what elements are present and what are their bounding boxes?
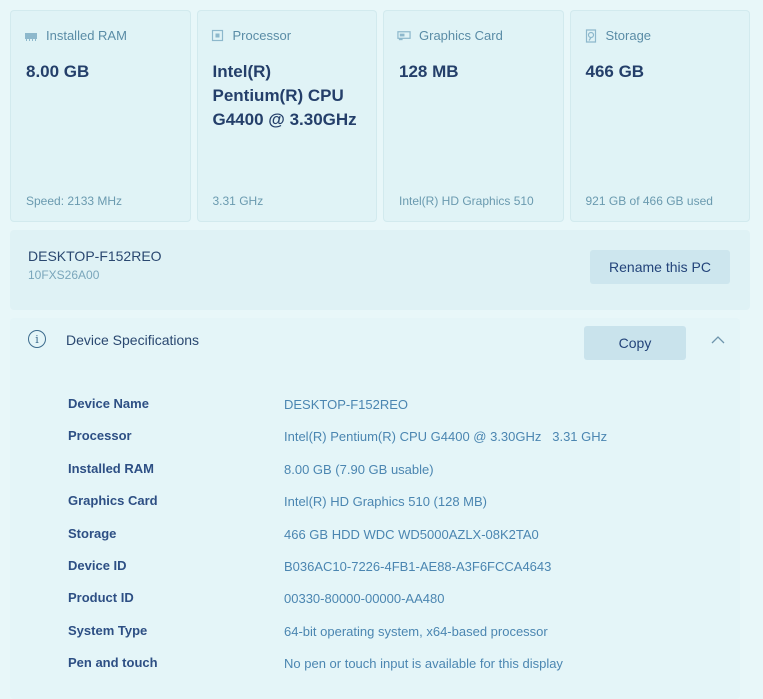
spec-label: Pen and touch <box>68 655 158 671</box>
spec-list: Device Name DESKTOP-F152REO Processor In… <box>10 396 740 688</box>
card-header: Processor <box>211 28 292 43</box>
pc-model: 10FXS26A00 <box>28 268 100 282</box>
spec-value: Intel(R) HD Graphics 510 (128 MB) <box>284 494 488 510</box>
processor-icon <box>211 29 225 42</box>
card-footer: 921 GB of 466 GB used <box>585 194 713 208</box>
storage-card: Storage 466 GB 921 GB of 466 GB used <box>569 10 750 222</box>
card-header: Storage <box>584 28 652 43</box>
storage-icon <box>584 28 598 43</box>
card-header: Installed RAM <box>24 28 127 43</box>
spec-row-processor: Processor Intel(R) Pentium(R) CPU G4400 … <box>10 428 740 460</box>
spec-value: 8.00 GB (7.90 GB usable) <box>284 461 434 477</box>
graphics-card-card: Graphics Card 128 MB Intel(R) HD Graphic… <box>383 10 564 222</box>
pc-name-section: DESKTOP-F152REO 10FXS26A00 Rename this P… <box>10 230 750 310</box>
ram-icon <box>24 30 38 42</box>
spec-value: Intel(R) Pentium(R) CPU G4400 @ 3.30GHz … <box>284 429 608 445</box>
spec-row-device-id: Device ID B036AC10-7226-4FB1-AE88-A3F6FC… <box>10 558 740 590</box>
copy-button[interactable]: Copy <box>584 326 686 360</box>
card-header: Graphics Card <box>397 28 503 43</box>
spec-label: System Type <box>68 622 148 638</box>
spec-row-storage: Storage 466 GB HDD WDC WD5000AZLX-08K2TA… <box>10 526 740 558</box>
spec-row-installed-ram: Installed RAM 8.00 GB (7.90 GB usable) <box>10 461 740 493</box>
spec-row-pen-and-touch: Pen and touch No pen or touch input is a… <box>10 655 740 687</box>
spec-row-product-id: Product ID 00330-80000-00000-AA480 <box>10 590 740 622</box>
summary-cards: Installed RAM 8.00 GB Speed: 2133 MHz Pr… <box>10 10 750 222</box>
device-specifications-panel: i Device Specifications Copy Device Name… <box>10 318 740 699</box>
card-footer: Intel(R) HD Graphics 510 <box>399 194 534 208</box>
spec-row-system-type: System Type 64-bit operating system, x64… <box>10 623 740 655</box>
graphics-card-icon <box>397 30 411 42</box>
spec-label: Processor <box>68 428 132 444</box>
pc-name: DESKTOP-F152REO <box>28 248 162 264</box>
card-value: 466 GB <box>585 62 645 81</box>
section-title: Device Specifications <box>66 332 200 348</box>
card-title: Processor <box>232 28 292 43</box>
info-icon: i <box>28 330 46 348</box>
card-title: Storage <box>605 28 652 43</box>
spec-value: No pen or touch input is available for t… <box>284 656 563 672</box>
card-title: Graphics Card <box>419 28 503 43</box>
spec-label: Device ID <box>68 557 127 573</box>
processor-card: Processor Intel(R) Pentium(R) CPU G4400 … <box>196 10 377 222</box>
spec-label: Storage <box>68 525 117 541</box>
spec-row-graphics-card: Graphics Card Intel(R) HD Graphics 510 (… <box>10 493 740 525</box>
device-specifications-header[interactable]: i Device Specifications Copy <box>10 318 740 364</box>
card-footer: Speed: 2133 MHz <box>26 194 123 208</box>
card-title: Installed RAM <box>46 28 127 43</box>
spec-value: 466 GB HDD WDC WD5000AZLX-08K2TA0 <box>284 526 539 542</box>
card-footer: 3.31 GHz <box>212 194 264 208</box>
spec-value: B036AC10-7226-4FB1-AE88-A3F6FCCA4643 <box>284 558 552 574</box>
spec-value: 00330-80000-00000-AA480 <box>284 591 445 607</box>
card-value: 128 MB <box>399 62 459 81</box>
spec-label: Device Name <box>68 396 149 411</box>
installed-ram-card: Installed RAM 8.00 GB Speed: 2133 MHz <box>10 10 191 222</box>
rename-pc-button[interactable]: Rename this PC <box>590 250 730 284</box>
card-value: Intel(R) Pentium(R) CPU G4400 @ 3.30GHz <box>212 62 357 129</box>
spec-label: Product ID <box>68 590 134 606</box>
spec-value: 64-bit operating system, x64-based proce… <box>284 623 548 639</box>
spec-label: Installed RAM <box>68 460 154 476</box>
spec-row-device-name: Device Name DESKTOP-F152REO <box>10 396 740 428</box>
chevron-up-icon[interactable] <box>710 332 726 348</box>
card-value: 8.00 GB <box>26 62 90 81</box>
spec-label: Graphics Card <box>68 493 158 509</box>
spec-value: DESKTOP-F152REO <box>284 397 409 412</box>
